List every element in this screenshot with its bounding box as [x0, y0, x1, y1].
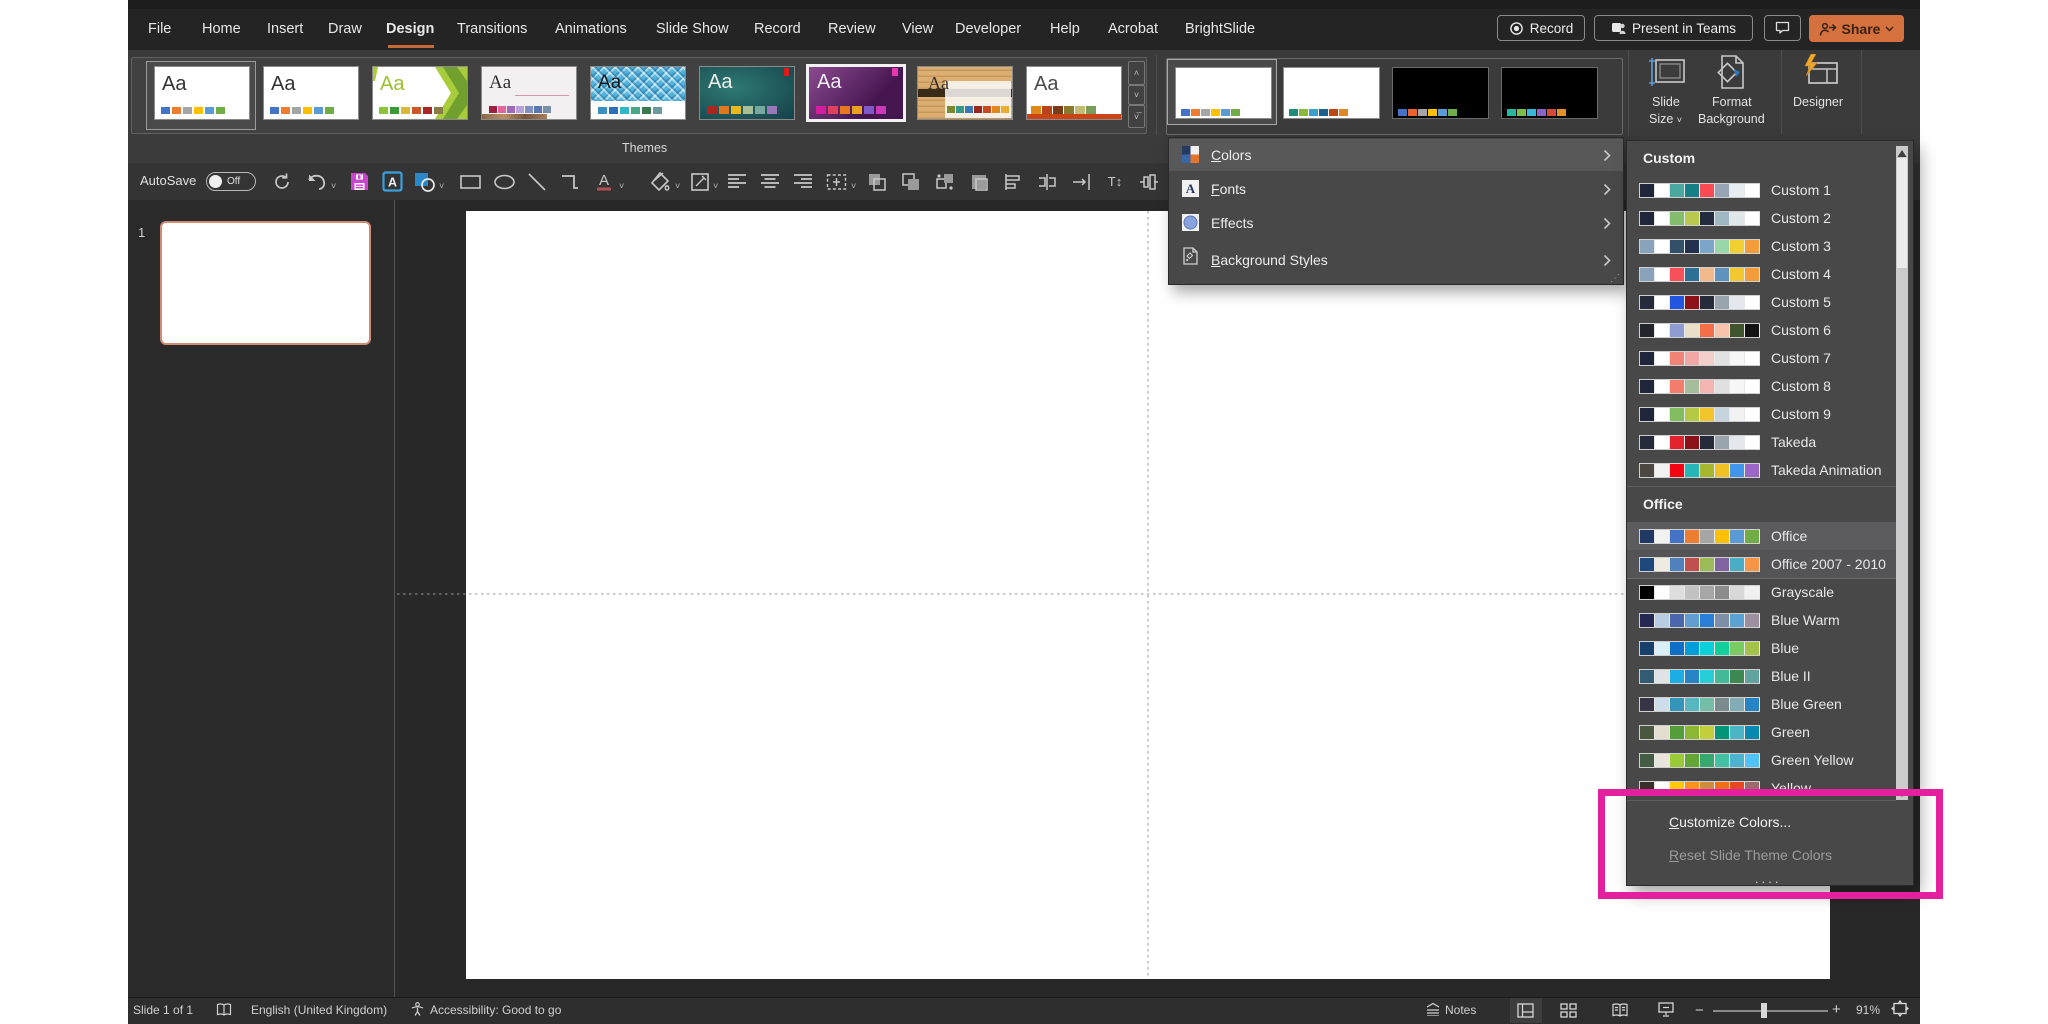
svg-text:A: A: [599, 172, 609, 189]
svg-text:T↕: T↕: [1108, 174, 1122, 189]
svg-text:A: A: [388, 176, 397, 190]
svg-text:A: A: [1186, 181, 1196, 196]
